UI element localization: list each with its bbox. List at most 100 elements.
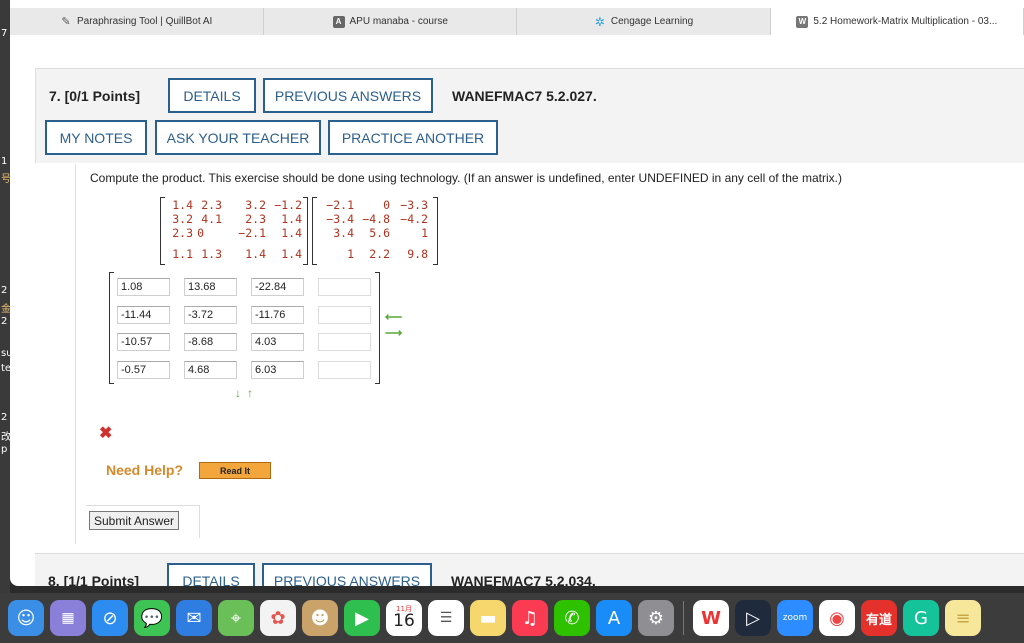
matrix-a-cell: 1.4	[281, 226, 302, 240]
matrix-a-cell: 1.4	[245, 247, 266, 261]
next-previous-answers-button[interactable]: PREVIOUS ANSWERS	[262, 563, 432, 586]
matrix-b-cell: 2.2	[369, 247, 390, 261]
desktop-text: 2	[1, 285, 8, 296]
answer-cell-input[interactable]: -11.44	[117, 306, 170, 324]
matrix-a-cell: 2.3	[201, 198, 222, 212]
matrix-b-cell: −4.8	[362, 212, 390, 226]
answer-matrix: 1.08 13.68 -22.84 -11.44 -3.72 -11.76 -1…	[109, 272, 385, 384]
add-column-arrow-icon[interactable]: ⟶	[385, 326, 402, 340]
question-prompt: Compute the product. This exercise shoul…	[90, 171, 842, 185]
tab-webassign-homework[interactable]: W 5.2 Homework-Matrix Multiplication - 0…	[770, 8, 1024, 35]
browser-window: ✎ Paraphrasing Tool | QuillBot AI A APU …	[10, 0, 1024, 586]
read-it-button[interactable]: Read It	[199, 462, 271, 479]
answer-cell-input[interactable]: -10.57	[117, 333, 170, 351]
incorrect-x-icon: ✖	[99, 425, 113, 442]
next-details-button[interactable]: DETAILS	[167, 563, 255, 586]
tab-cengage[interactable]: ✲ Cengage Learning	[517, 8, 771, 35]
answer-cell-input[interactable]: -3.72	[184, 306, 237, 324]
grammarly-icon[interactable]: G	[903, 600, 939, 636]
notes-icon[interactable]: ▬	[470, 600, 506, 636]
wps-office-icon[interactable]: W	[693, 600, 729, 636]
finder-icon[interactable]: ☺	[8, 600, 44, 636]
matrix-a-cell: 2.3	[245, 212, 266, 226]
wechat-icon[interactable]: ✆	[554, 600, 590, 636]
practice-another-button[interactable]: PRACTICE ANOTHER	[328, 120, 498, 155]
previous-answers-button[interactable]: PREVIOUS ANSWERS	[263, 78, 433, 113]
reminders-icon[interactable]: ☰	[428, 600, 464, 636]
zoom-icon[interactable]: zoom	[777, 600, 813, 636]
submit-answer-button[interactable]: Submit Answer	[89, 511, 179, 530]
desktop-background-strip: 7 1 号 2 金 2 su te 2 改 p	[0, 0, 13, 643]
music-icon[interactable]: ♫	[512, 600, 548, 636]
matrix-a-cell: 3.2	[172, 212, 193, 226]
calendar-icon[interactable]: 11月 16	[386, 600, 422, 636]
matrix-a: 1.4 2.3 3.2 −1.2 3.2 4.1 2.3 1.4 2.3 0 −…	[160, 197, 308, 265]
safari-icon[interactable]: ⊘	[92, 600, 128, 636]
question-number-text: 7.	[49, 88, 61, 104]
answer-cell-input[interactable]: -22.84	[251, 278, 304, 296]
matrix-a-cell: −1.2	[274, 198, 302, 212]
next-question-header-panel: 8. [1/1 Points] DETAILS PREVIOUS ANSWERS…	[35, 553, 1024, 586]
question-points: [0/1 Points]	[64, 88, 141, 104]
matrix-a-cell: 1.3	[201, 247, 222, 261]
next-question-points: [1/1 Points]	[63, 573, 140, 586]
my-notes-button[interactable]: MY NOTES	[45, 120, 147, 155]
matrix-a-cell: 2.3	[172, 226, 193, 240]
system-preferences-icon[interactable]: ⚙	[638, 600, 674, 636]
answer-cell-input[interactable]: 1.08	[117, 278, 170, 296]
launchpad-icon[interactable]: ▦	[50, 600, 86, 636]
matrix-b-cell: 3.4	[333, 226, 354, 240]
app-store-icon[interactable]: A	[596, 600, 632, 636]
youdao-icon[interactable]: 有道	[861, 600, 897, 636]
details-button[interactable]: DETAILS	[168, 78, 256, 113]
matrix-b-cell: −2.1	[326, 198, 354, 212]
remove-column-arrow-icon[interactable]: ⟵	[385, 310, 402, 324]
answer-cell-input[interactable]	[318, 278, 371, 296]
tab-bar: ✎ Paraphrasing Tool | QuillBot AI A APU …	[10, 8, 1024, 35]
apu-icon: A	[332, 15, 345, 28]
answer-cell-input[interactable]: -0.57	[117, 361, 170, 379]
next-question-code: WANEFMAC7 5.2.034.	[451, 573, 596, 586]
stickies-icon[interactable]: ≡	[945, 600, 981, 636]
maps-icon[interactable]: ⌖	[218, 600, 254, 636]
next-question-number-text: 8.	[48, 573, 60, 586]
tab-apu-manaba[interactable]: A APU manaba - course	[264, 8, 518, 35]
chrome-icon[interactable]: ◉	[819, 600, 855, 636]
desktop-text: 7	[1, 28, 8, 39]
answer-cell-input[interactable]: -8.68	[184, 333, 237, 351]
remove-row-arrow-icon[interactable]: ↑	[247, 386, 253, 400]
desktop-text: 2	[1, 316, 8, 327]
answer-cell-input[interactable]: 13.68	[184, 278, 237, 296]
mail-icon[interactable]: ✉	[176, 600, 212, 636]
answer-cell-input[interactable]: 6.03	[251, 361, 304, 379]
matrix-a-cell: 1.4	[172, 198, 193, 212]
add-row-arrow-icon[interactable]: ↓	[235, 386, 241, 400]
answer-cell-input[interactable]: 4.03	[251, 333, 304, 351]
quillbot-icon: ✎	[61, 16, 71, 28]
tab-title: 5.2 Homework-Matrix Multiplication - 03.…	[813, 16, 998, 27]
matrix-bracket-right	[303, 197, 308, 265]
calendar-day: 16	[393, 611, 415, 631]
matrix-b: −2.1 0 −3.3 −3.4 −4.8 −4.2 3.4 5.6 1 1 2…	[312, 197, 438, 265]
messages-icon[interactable]: 💬	[134, 600, 170, 636]
answer-bracket-right	[375, 272, 380, 384]
deepl-icon[interactable]: ▷	[735, 600, 771, 636]
matrix-a-cell: 0	[197, 226, 204, 240]
answer-cell-input[interactable]	[318, 306, 371, 324]
webassign-icon: W	[796, 15, 809, 28]
desktop-text: p	[1, 444, 8, 455]
tab-quillbot[interactable]: ✎ Paraphrasing Tool | QuillBot AI	[10, 8, 265, 35]
matrix-a-cell: 1.1	[172, 247, 193, 261]
facetime-icon[interactable]: ▶	[344, 600, 380, 636]
photos-icon[interactable]: ✿	[260, 600, 296, 636]
ask-your-teacher-button[interactable]: ASK YOUR TEACHER	[155, 120, 321, 155]
answer-cell-input[interactable]: 4.68	[184, 361, 237, 379]
answer-cell-input[interactable]	[318, 361, 371, 379]
contacts-icon[interactable]: ☻	[302, 600, 338, 636]
dock-separator	[683, 601, 684, 635]
desktop-text: 2	[1, 412, 8, 423]
matrix-a-cell: 4.1	[201, 212, 222, 226]
matrix-a-cell: 1.4	[281, 212, 302, 226]
answer-cell-input[interactable]: -11.76	[251, 306, 304, 324]
answer-cell-input[interactable]	[318, 333, 371, 351]
